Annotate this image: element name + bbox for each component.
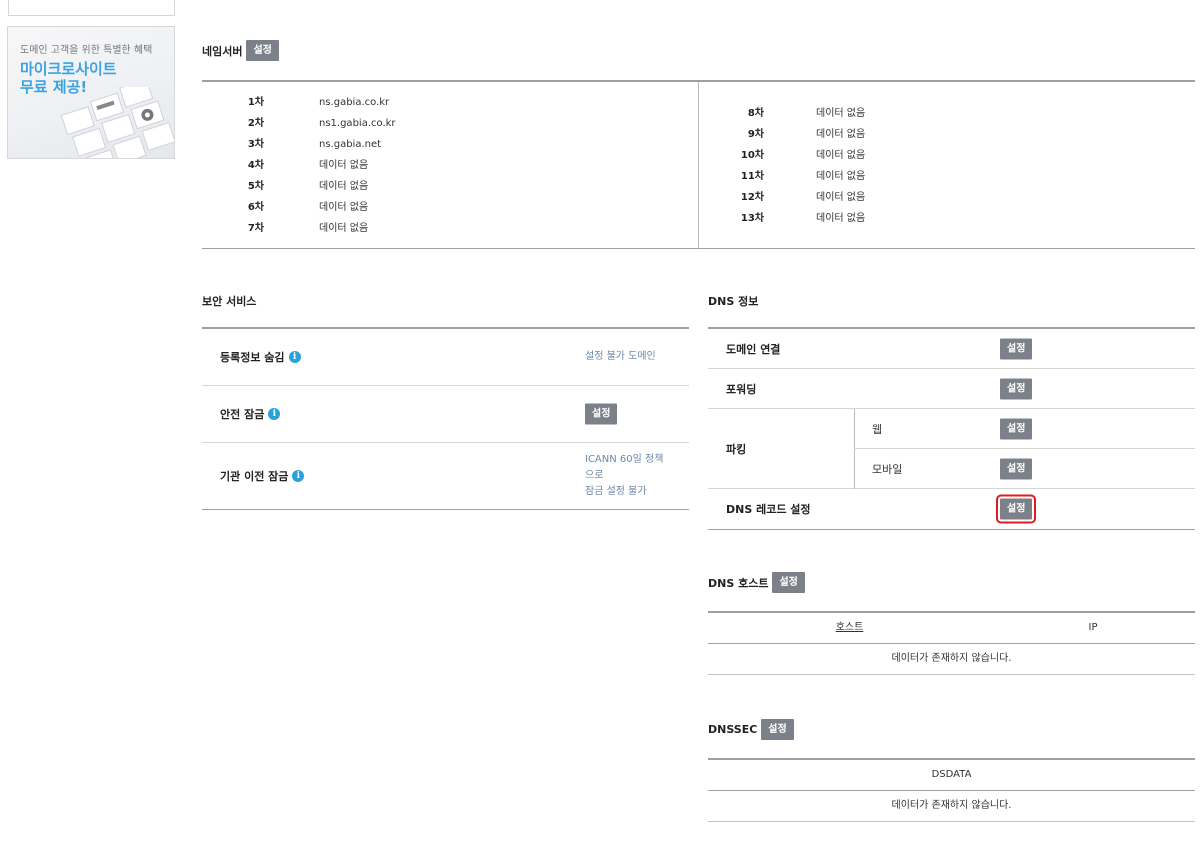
safe-lock-settings-button[interactable]: 설정: [585, 403, 618, 425]
nameserver-order: 6차: [247, 202, 264, 213]
dns-host-empty-row: 데이터가 존재하지 않습니다.: [708, 644, 1195, 675]
dnssec-settings-button[interactable]: 설정: [761, 719, 794, 740]
parking-mobile-label: 모바일: [872, 463, 903, 476]
nameserver-value: 데이터 없음: [816, 108, 866, 119]
transfer-lock-status-line: 으로: [585, 470, 604, 481]
domain-connect-settings-button[interactable]: 설정: [1000, 338, 1033, 359]
dns-row-dns-record: DNS 레코드 설정 설정: [708, 489, 1195, 529]
nameserver-order: 5차: [247, 181, 264, 192]
dns-info-section-title: DNS 정보: [708, 293, 758, 309]
parking-label: 파킹: [726, 442, 747, 456]
parking-web-label: 웹: [872, 422, 883, 436]
dnssec-table: DSDATA 데이터가 존재하지 않습니다.: [708, 758, 1195, 822]
privacy-label: 등록정보 숨김: [220, 351, 285, 364]
forwarding-label: 포워딩: [726, 382, 757, 396]
safe-lock-label: 안전 잠금: [220, 408, 265, 421]
dns-record-label: DNS 레코드 설정: [726, 503, 811, 516]
banner-subtitle: 도메인 고객을 위한 특별한 혜택: [20, 45, 153, 56]
nameserver-order: 4차: [247, 160, 264, 171]
nameserver-value: ns1.gabia.co.kr: [319, 118, 396, 129]
nameserver-value: 데이터 없음: [816, 171, 866, 182]
forwarding-settings-button[interactable]: 설정: [1000, 378, 1033, 399]
privacy-label-wrap: 등록정보 숨김 i: [220, 349, 301, 365]
dns-info-title: DNS 정보: [708, 295, 759, 308]
nameserver-order: 8차: [747, 108, 764, 119]
parking-mobile-row: 모바일 설정: [854, 449, 1195, 489]
info-icon[interactable]: i: [292, 470, 305, 482]
dns-row-parking: 파킹 웹 설정 모바일 설정: [708, 409, 1195, 489]
nameserver-value: 데이터 없음: [816, 192, 866, 203]
transfer-lock-status: ICANN 60일 정책 으로 잠금 설정 불가: [585, 452, 675, 500]
nameserver-order: 3차: [247, 139, 264, 150]
nameserver-value: 데이터 없음: [319, 181, 369, 192]
domain-connect-label: 도메인 연결: [726, 342, 781, 356]
banner-title-line1: 마이크로사이트: [20, 60, 117, 78]
dnssec-title: DNSSEC: [708, 723, 758, 736]
nameserver-order: 11차: [740, 171, 764, 182]
dns-host-settings-button[interactable]: 설정: [772, 572, 805, 593]
nameserver-order: 13차: [740, 213, 764, 224]
privacy-status: 설정 불가 도메인: [585, 351, 656, 362]
security-table: 등록정보 숨김 i 설정 불가 도메인 안전 잠금 i 설정 기관 이전 잠금 …: [202, 327, 689, 510]
nameserver-order: 2차: [247, 118, 264, 129]
safe-lock-label-wrap: 안전 잠금 i: [220, 406, 281, 422]
nameserver-value: 데이터 없음: [319, 202, 369, 213]
dns-host-title: DNS 호스트: [708, 576, 769, 590]
parking-web-settings-button[interactable]: 설정: [1000, 418, 1033, 439]
nameserver-section-title: 네임서버 설정: [202, 40, 279, 61]
nameserver-column-divider: [698, 82, 699, 249]
dnssec-section-title: DNSSEC 설정: [708, 719, 794, 740]
security-row-transfer-lock: 기관 이전 잠금 i ICANN 60일 정책 으로 잠금 설정 불가: [202, 443, 689, 510]
dns-record-settings-button[interactable]: 설정: [995, 494, 1037, 524]
speech-bubble-icon: [31, 0, 57, 4]
nameserver-order: 7차: [247, 223, 264, 234]
transfer-lock-label-wrap: 기관 이전 잠금 i: [220, 468, 305, 484]
nameserver-settings-button[interactable]: 설정: [246, 40, 279, 61]
nameserver-value: 데이터 없음: [816, 150, 866, 161]
nameserver-value: 데이터 없음: [319, 160, 369, 171]
dns-row-forwarding: 포워딩 설정: [708, 369, 1195, 409]
dns-host-section-title: DNS 호스트 설정: [708, 572, 805, 593]
safe-lock-button-wrap: 설정: [585, 403, 618, 425]
sidebar-top-box: [8, 0, 175, 16]
transfer-lock-status-line: ICANN 60일 정책: [585, 454, 664, 465]
dns-row-domain-connect: 도메인 연결 설정: [708, 329, 1195, 369]
nameserver-order: 12차: [740, 192, 764, 203]
security-row-privacy: 등록정보 숨김 i 설정 불가 도메인: [202, 329, 689, 386]
dnssec-empty-row: 데이터가 존재하지 않습니다.: [708, 791, 1195, 822]
dns-host-table-header: 호스트 IP: [708, 613, 1195, 644]
nameserver-title: 네임서버: [202, 44, 243, 58]
nameserver-value: ns.gabia.co.kr: [319, 97, 390, 108]
info-icon[interactable]: i: [288, 351, 301, 363]
nameserver-order: 9차: [747, 129, 764, 140]
column-header-host[interactable]: 호스트: [708, 613, 991, 643]
nameserver-value: 데이터 없음: [816, 129, 866, 140]
nameserver-order: 1차: [247, 97, 264, 108]
column-header-ip: IP: [1088, 622, 1098, 633]
microsite-preview-illustration: [60, 87, 174, 158]
nameserver-value: 데이터 없음: [816, 213, 866, 224]
microsite-promo-banner[interactable]: 도메인 고객을 위한 특별한 혜택 마이크로사이트 무료 제공!: [7, 26, 175, 159]
dns-info-table: 도메인 연결 설정 포워딩 설정 파킹 웹 설정 모바일 설정 DNS 레코드 …: [708, 327, 1195, 530]
parking-mobile-settings-button[interactable]: 설정: [1000, 458, 1033, 480]
parking-web-row: 웹 설정: [854, 409, 1195, 449]
transfer-lock-label: 기관 이전 잠금: [220, 470, 289, 483]
column-header-dsdata: DSDATA: [931, 769, 972, 780]
nameserver-table: 1차 ns.gabia.co.kr 2차 ns1.gabia.co.kr 3차 …: [202, 80, 1195, 249]
info-icon[interactable]: i: [268, 408, 281, 420]
nameserver-value: 데이터 없음: [319, 223, 369, 234]
dns-host-table: 호스트 IP 데이터가 존재하지 않습니다.: [708, 611, 1195, 675]
dnssec-table-header: DSDATA: [708, 760, 1195, 791]
security-section-title: 보안 서비스: [202, 293, 256, 309]
nameserver-value: ns.gabia.net: [319, 139, 382, 150]
nameserver-order: 10차: [740, 150, 764, 161]
transfer-lock-status-line: 잠금 설정 불가: [585, 486, 647, 497]
security-row-safe-lock: 안전 잠금 i 설정: [202, 386, 689, 443]
security-title: 보안 서비스: [202, 295, 257, 308]
